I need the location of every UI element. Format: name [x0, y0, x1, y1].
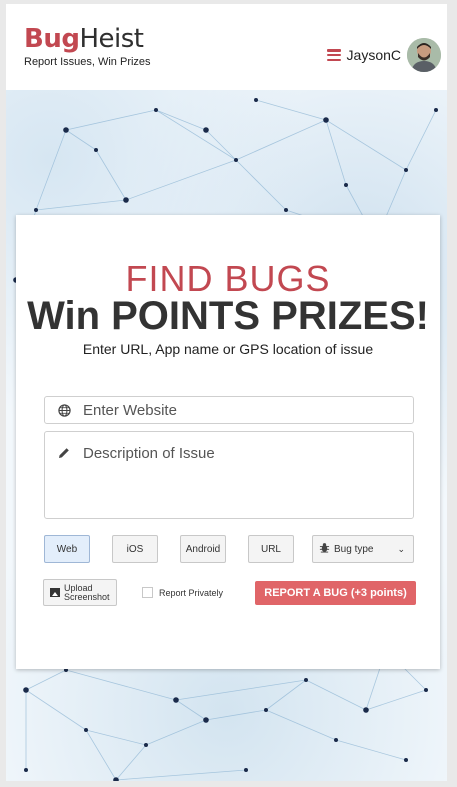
network-node — [304, 678, 308, 682]
network-node — [334, 738, 338, 742]
hero-headline: Win POINTS PRIZES! — [27, 294, 429, 338]
bug-type-label: Bug type — [334, 543, 374, 555]
network-node — [203, 127, 209, 133]
platform-web-button[interactable]: Web — [44, 535, 90, 563]
bug-icon — [319, 542, 330, 556]
network-link — [65, 109, 157, 131]
tagline: Report Issues, Win Prizes — [24, 56, 151, 68]
network-node — [234, 158, 238, 162]
network-link — [65, 129, 97, 151]
avatar[interactable] — [407, 38, 441, 72]
hamburger-icon[interactable] — [326, 49, 341, 61]
website-input[interactable] — [83, 401, 413, 419]
chevron-down-icon: ⌄ — [397, 543, 405, 554]
network-link — [205, 129, 237, 161]
logo[interactable]: BugHeist Report Issues, Win Prizes — [24, 24, 151, 68]
username[interactable]: JaysonC — [347, 47, 401, 63]
network-node — [154, 108, 158, 112]
hero-subtitle: Enter URL, App name or GPS location of i… — [82, 341, 374, 357]
network-link — [115, 769, 247, 781]
network-link — [265, 679, 307, 711]
network-node — [254, 98, 258, 102]
network-link — [325, 119, 347, 186]
network-link — [125, 159, 237, 201]
network-link — [265, 709, 337, 741]
bug-type-select[interactable]: Bug type ⌄ — [312, 535, 414, 563]
user-menu[interactable]: JaysonC — [326, 38, 441, 72]
network-node — [404, 168, 408, 172]
network-node — [63, 127, 69, 133]
network-node — [424, 688, 428, 692]
network-link — [305, 679, 367, 711]
network-node — [404, 758, 408, 762]
network-node — [94, 148, 98, 152]
logo-bug-text: Bug — [24, 24, 80, 54]
network-link — [235, 119, 327, 161]
network-link — [175, 699, 207, 721]
network-node — [144, 743, 148, 747]
pencil-icon — [45, 442, 83, 459]
network-link — [25, 689, 87, 731]
site-header: BugHeist Report Issues, Win Prizes Jayso… — [6, 4, 447, 90]
network-link — [85, 729, 147, 746]
network-link — [205, 709, 267, 721]
network-node — [323, 117, 329, 123]
network-node — [344, 183, 348, 187]
upload-screenshot-button[interactable]: Upload Screenshot — [43, 579, 117, 606]
private-checkbox[interactable] — [142, 587, 153, 598]
network-node — [284, 208, 288, 212]
description-input[interactable] — [83, 442, 413, 505]
network-link — [335, 739, 407, 761]
network-link — [175, 679, 307, 701]
network-link — [25, 669, 67, 691]
network-node — [173, 697, 179, 703]
logo-heist-text: Heist — [79, 24, 144, 54]
network-node — [24, 768, 28, 772]
upload-label-line2: Screenshot — [64, 591, 110, 602]
network-node — [244, 768, 248, 772]
network-link — [255, 99, 327, 121]
website-field[interactable] — [44, 396, 414, 424]
network-link — [155, 109, 237, 161]
hero-title: FIND BUGS — [125, 258, 331, 299]
network-node — [203, 717, 209, 723]
network-link — [325, 119, 407, 171]
description-field[interactable] — [44, 431, 414, 519]
private-label: Report Privately — [159, 587, 224, 598]
network-node — [23, 687, 29, 693]
platform-android-button[interactable]: Android — [180, 535, 226, 563]
network-node — [123, 197, 129, 203]
network-link — [365, 689, 427, 711]
network-link — [405, 109, 437, 171]
report-bug-button[interactable]: REPORT A BUG (+3 points) — [255, 581, 416, 605]
network-link — [85, 729, 117, 781]
platform-ios-button[interactable]: iOS — [112, 535, 158, 563]
network-link — [95, 149, 127, 201]
network-node — [84, 728, 88, 732]
network-link — [35, 129, 67, 211]
upload-label: Upload Screenshot — [64, 583, 110, 602]
network-link — [115, 744, 147, 781]
report-card: FIND BUGS Win POINTS PRIZES! Enter URL, … — [16, 215, 440, 669]
network-link — [145, 719, 207, 746]
network-node — [363, 707, 369, 713]
platform-url-button[interactable]: URL — [248, 535, 294, 563]
image-icon — [50, 588, 60, 597]
network-link — [155, 109, 207, 131]
network-link — [235, 159, 287, 211]
report-privately-option[interactable]: Report Privately — [142, 587, 223, 598]
logo-wordmark: BugHeist — [24, 24, 151, 54]
network-node — [34, 208, 38, 212]
network-node — [434, 108, 438, 112]
app-frame: BugHeist Report Issues, Win Prizes Jayso… — [6, 4, 447, 781]
network-link — [35, 199, 127, 211]
globe-icon — [45, 403, 83, 417]
network-node — [264, 708, 268, 712]
network-link — [65, 669, 177, 701]
